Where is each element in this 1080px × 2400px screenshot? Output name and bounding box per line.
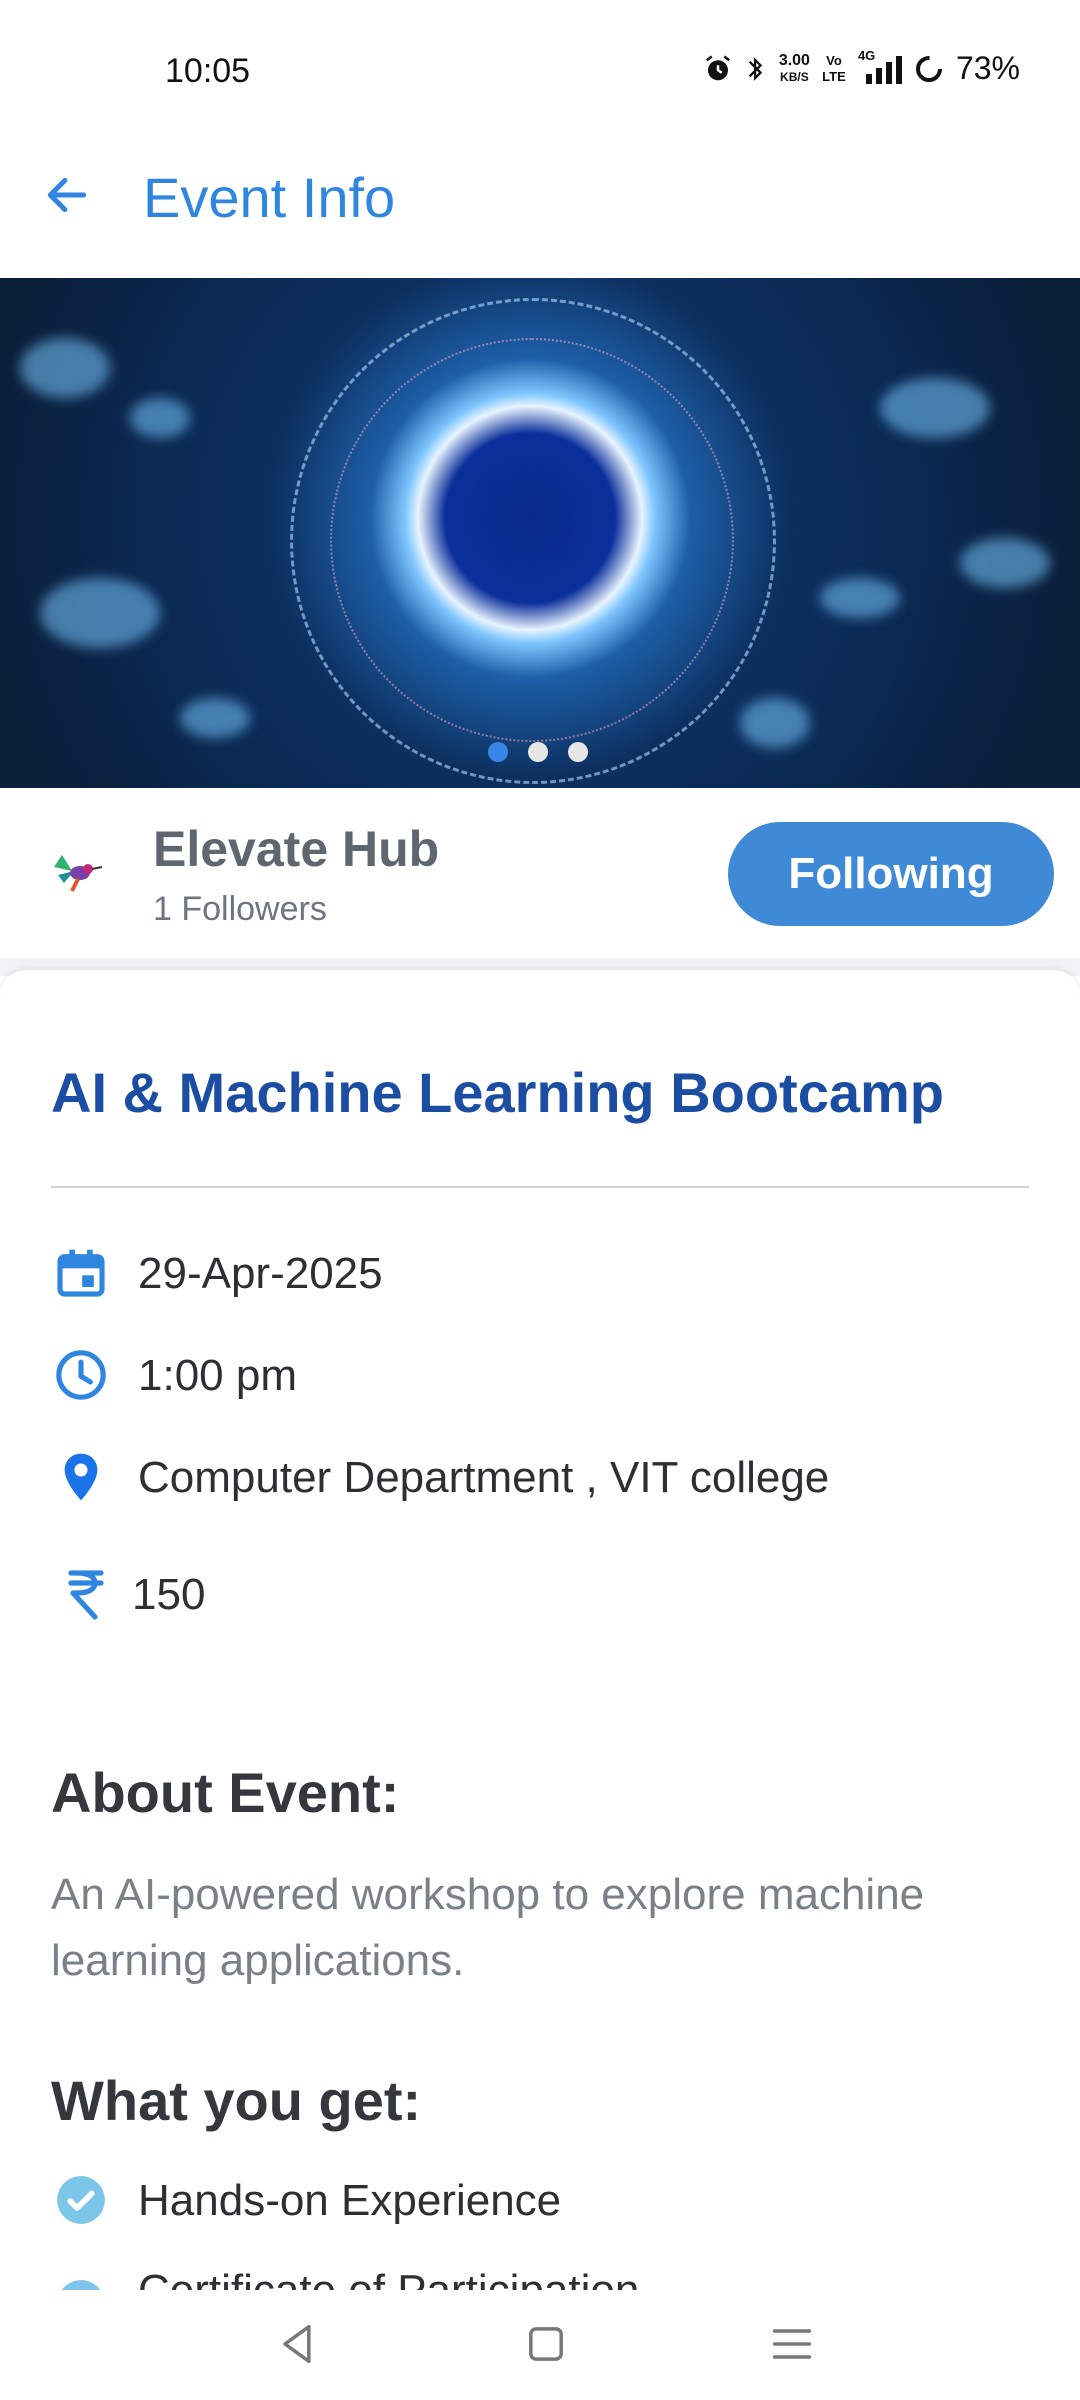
calendar-icon	[57, 1249, 105, 1297]
benefit-item-clipped: Certificate of Participation	[0, 2272, 1080, 2290]
network-speed: 3.00 KB/S	[778, 51, 810, 84]
volte-indicator: Vo LTE	[822, 52, 846, 84]
bluetooth-icon	[748, 56, 763, 81]
event-date: 29-Apr-2025	[138, 1249, 383, 1298]
title-divider	[51, 1186, 1029, 1188]
benefit-item: Hands-on Experience	[138, 2176, 562, 2225]
about-heading: About Event:	[51, 1761, 400, 1824]
nav-home-icon[interactable]	[520, 2318, 572, 2370]
location-pin-icon	[64, 1453, 98, 1501]
event-banner-image[interactable]	[0, 278, 1080, 788]
organizer-name[interactable]: Elevate Hub	[153, 820, 439, 878]
carousel-dot-3[interactable]	[568, 742, 588, 762]
signal-icon: 4G	[858, 48, 902, 84]
nav-back-icon[interactable]	[272, 2318, 324, 2370]
battery-ring-icon	[915, 55, 942, 82]
status-icons: 3.00 KB/S Vo LTE 4G 73%	[703, 48, 1020, 87]
following-button[interactable]: Following	[728, 822, 1054, 926]
check-circle-icon	[57, 2176, 105, 2224]
clock-icon	[56, 1350, 106, 1400]
event-title: AI & Machine Learning Bootcamp	[51, 1061, 944, 1124]
battery-percent: 73%	[955, 50, 1020, 86]
back-arrow-icon[interactable]	[42, 170, 92, 220]
rupee-icon	[68, 1570, 104, 1620]
event-location: Computer Department , VIT college	[138, 1453, 830, 1502]
status-time: 10:05	[165, 52, 251, 90]
check-circle-icon	[61, 2280, 101, 2290]
event-time: 1:00 pm	[138, 1351, 297, 1400]
organizer-followers: 1 Followers	[153, 890, 327, 928]
carousel-dot-1[interactable]	[488, 742, 508, 762]
event-price: 150	[132, 1570, 206, 1619]
alarm-icon	[705, 55, 730, 80]
benefit-item: Certificate of Participation	[138, 2272, 639, 2290]
banner-circuit-ring-inner	[330, 338, 734, 742]
hummingbird-logo-icon[interactable]	[48, 845, 104, 901]
nav-menu-icon[interactable]	[766, 2318, 818, 2370]
carousel-indicator[interactable]	[488, 742, 588, 762]
carousel-dot-2[interactable]	[528, 742, 548, 762]
about-description: An AI-powered workshop to explore machin…	[51, 1870, 925, 1985]
benefits-heading: What you get:	[51, 2069, 422, 2132]
status-bar: 10:05 3.00 KB/S Vo LTE 4G 73%	[0, 0, 1080, 140]
page-title: Event Info	[143, 166, 396, 229]
